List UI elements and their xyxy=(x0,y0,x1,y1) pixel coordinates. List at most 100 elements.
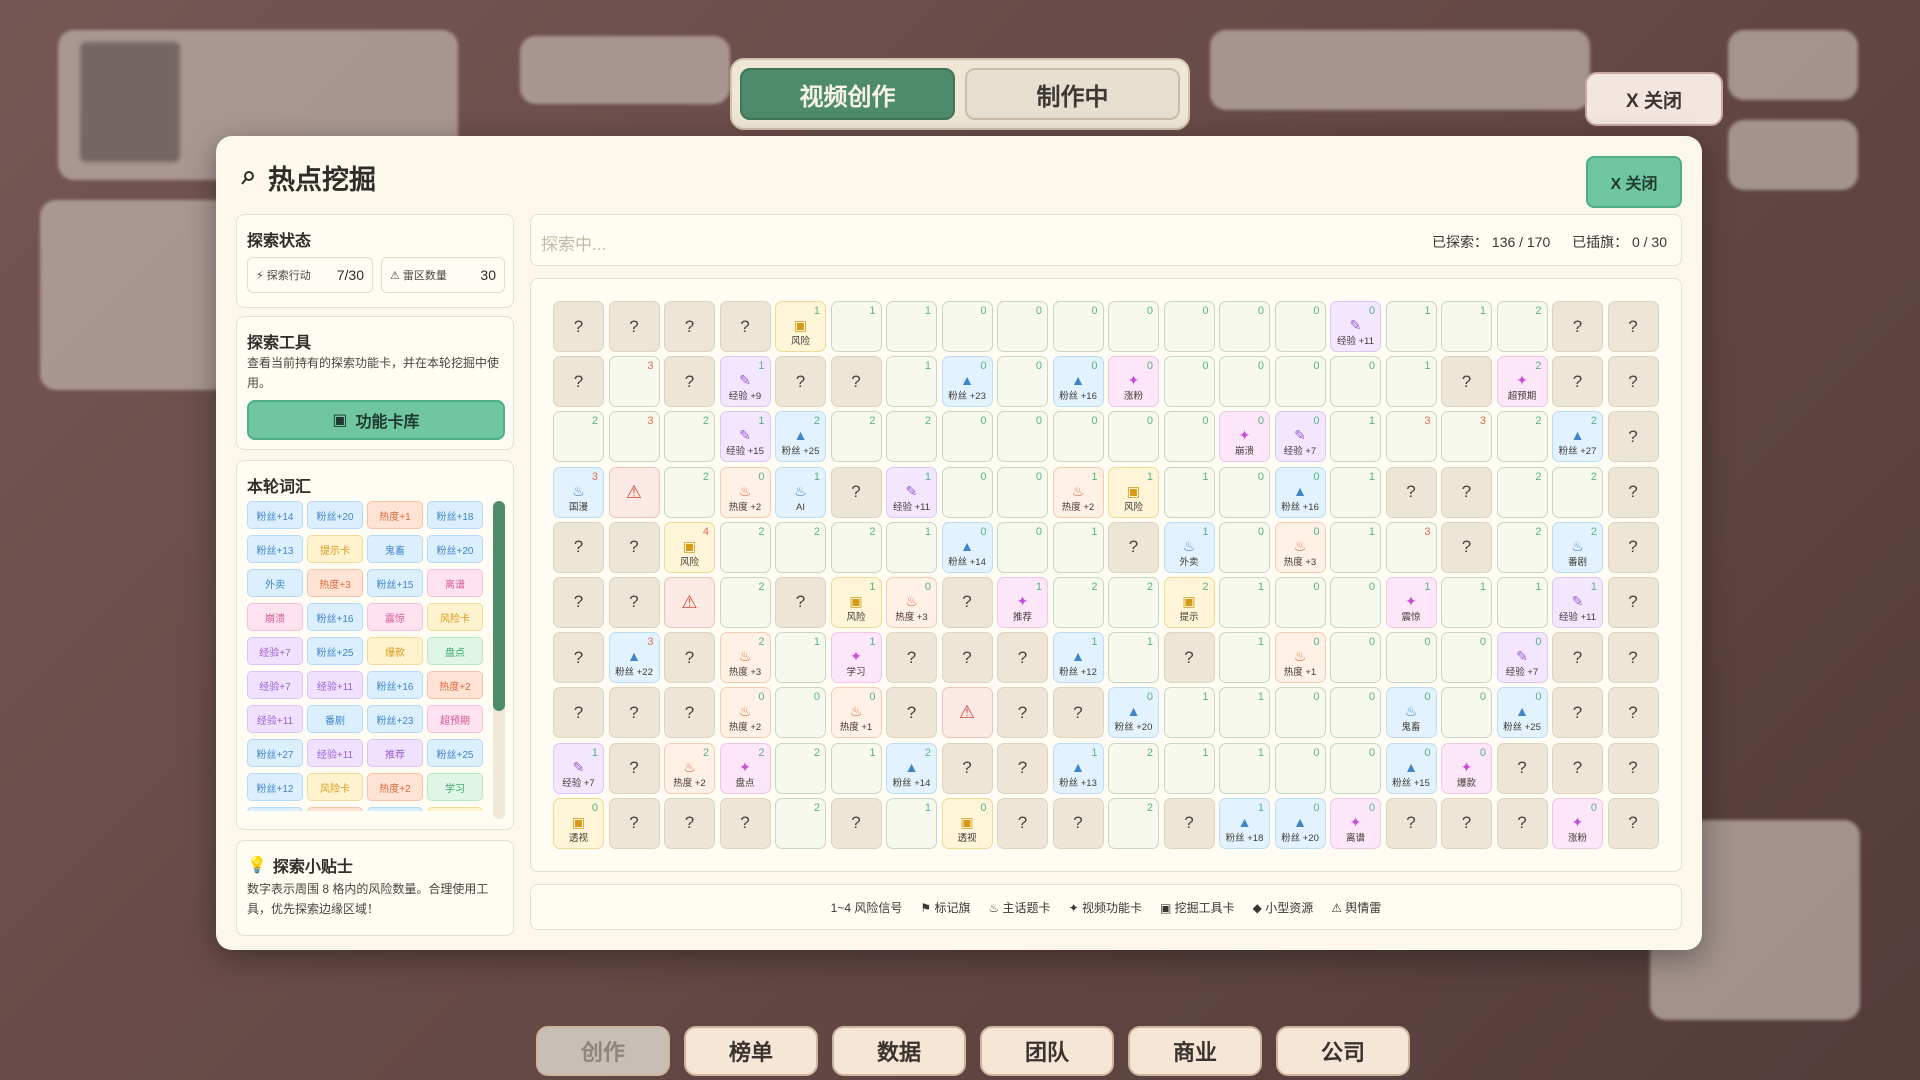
unexplored-cell[interactable]: ? xyxy=(664,687,715,739)
revealed-cell[interactable]: 3 xyxy=(1441,411,1492,463)
revealed-cell[interactable]: 0 xyxy=(1219,466,1270,518)
unexplored-cell[interactable]: ? xyxy=(553,632,604,684)
revealed-cell[interactable]: 2 xyxy=(664,466,715,518)
card-cell[interactable]: 4 ▣ 风险 xyxy=(664,521,715,573)
unexplored-cell[interactable]: ? xyxy=(830,466,882,518)
card-cell[interactable]: 0 ▲ 粉丝 +16 xyxy=(1052,356,1104,408)
card-cell[interactable]: 2 ▣ 提示 xyxy=(1163,576,1215,628)
revealed-cell[interactable]: 2 xyxy=(719,576,771,628)
card-cell[interactable]: 0 ✦ 涨粉 xyxy=(1552,797,1603,849)
revealed-cell[interactable]: 2 xyxy=(1108,742,1159,794)
revealed-cell[interactable]: 2 xyxy=(719,521,771,573)
card-cell[interactable]: 0 ♨ 热度 +3 xyxy=(886,576,937,628)
revealed-cell[interactable]: 1 xyxy=(1219,687,1270,739)
card-cell[interactable]: 2 ▲ 粉丝 +27 xyxy=(1552,411,1603,463)
revealed-cell[interactable]: 0 xyxy=(1052,301,1104,352)
card-cell[interactable]: 2 ♨ 热度 +3 xyxy=(719,632,771,684)
revealed-cell[interactable]: 2 xyxy=(1496,521,1548,573)
bottom-nav-button[interactable]: 团队 xyxy=(980,1026,1114,1076)
revealed-cell[interactable]: 2 xyxy=(830,411,882,463)
mine-cell[interactable]: ⚠ xyxy=(941,687,993,739)
revealed-cell[interactable]: 0 xyxy=(997,521,1048,573)
unexplored-cell[interactable]: ? xyxy=(608,797,660,849)
unexplored-cell[interactable]: ? xyxy=(608,687,660,739)
card-cell[interactable]: 1 ▣ 风险 xyxy=(1108,466,1159,518)
unexplored-cell[interactable]: ? xyxy=(664,797,715,849)
card-cell[interactable]: 2 ♨ 热度 +2 xyxy=(664,742,715,794)
card-cell[interactable]: 0 ♨ 热度 +1 xyxy=(830,687,882,739)
unexplored-cell[interactable]: ? xyxy=(1385,466,1437,518)
card-cell[interactable]: 1 ✎ 经验 +11 xyxy=(1552,576,1603,628)
revealed-cell[interactable]: 0 xyxy=(1274,576,1326,628)
card-cell[interactable]: 0 ✎ 经验 +7 xyxy=(1274,411,1326,463)
card-cell[interactable]: 2 ▲ 粉丝 +25 xyxy=(775,411,826,463)
revealed-cell[interactable]: 1 xyxy=(1441,576,1492,628)
revealed-cell[interactable]: 0 xyxy=(1219,521,1270,573)
revealed-cell[interactable]: 0 xyxy=(1219,356,1270,408)
modal-close-button[interactable]: X 关闭 xyxy=(1586,156,1682,208)
card-cell[interactable]: 0 ✦ 离谱 xyxy=(1330,797,1381,849)
revealed-cell[interactable]: 3 xyxy=(1385,521,1437,573)
revealed-cell[interactable]: 1 xyxy=(886,521,937,573)
revealed-cell[interactable]: 0 xyxy=(1274,742,1326,794)
unexplored-cell[interactable]: ? xyxy=(1441,466,1492,518)
revealed-cell[interactable]: 1 xyxy=(1441,301,1492,352)
unexplored-cell[interactable]: ? xyxy=(719,797,771,849)
revealed-cell[interactable]: 2 xyxy=(1108,797,1159,849)
revealed-cell[interactable]: 1 xyxy=(1219,742,1270,794)
card-cell[interactable]: 0 ♨ 热度 +2 xyxy=(719,466,771,518)
card-cell[interactable]: 0 ✦ 爆款 xyxy=(1441,742,1492,794)
revealed-cell[interactable]: 0 xyxy=(1441,632,1492,684)
unexplored-cell[interactable]: ? xyxy=(1607,742,1659,794)
revealed-cell[interactable]: 2 xyxy=(830,521,882,573)
card-cell[interactable]: 1 ✦ 推荐 xyxy=(997,576,1048,628)
card-cell[interactable]: 2 ✦ 盘点 xyxy=(719,742,771,794)
card-cell[interactable]: 1 ▲ 粉丝 +12 xyxy=(1052,632,1104,684)
unexplored-cell[interactable]: ? xyxy=(1552,632,1603,684)
revealed-cell[interactable]: 2 xyxy=(775,742,826,794)
card-cell[interactable]: 1 ♨ 热度 +2 xyxy=(1052,466,1104,518)
unexplored-cell[interactable]: ? xyxy=(1052,687,1104,739)
revealed-cell[interactable]: 1 xyxy=(1385,301,1437,352)
unexplored-cell[interactable]: ? xyxy=(664,356,715,408)
revealed-cell[interactable]: 0 xyxy=(1108,301,1159,352)
unexplored-cell[interactable]: ? xyxy=(886,632,937,684)
revealed-cell[interactable]: 1 xyxy=(1108,632,1159,684)
revealed-cell[interactable]: 0 xyxy=(1330,687,1381,739)
card-cell[interactable]: 1 ▲ 粉丝 +13 xyxy=(1052,742,1104,794)
unexplored-cell[interactable]: ? xyxy=(1496,742,1548,794)
revealed-cell[interactable]: 1 xyxy=(830,301,882,352)
revealed-cell[interactable]: 2 xyxy=(1496,301,1548,352)
unexplored-cell[interactable]: ? xyxy=(1607,632,1659,684)
revealed-cell[interactable]: 1 xyxy=(1219,576,1270,628)
card-cell[interactable]: 1 ▣ 风险 xyxy=(830,576,882,628)
revealed-cell[interactable]: 0 xyxy=(1330,576,1381,628)
card-cell[interactable]: 1 ✎ 经验 +11 xyxy=(886,466,937,518)
unexplored-cell[interactable]: ? xyxy=(941,742,993,794)
revealed-cell[interactable]: 0 xyxy=(775,687,826,739)
bottom-nav-button[interactable]: 商业 xyxy=(1128,1026,1262,1076)
unexplored-cell[interactable]: ? xyxy=(664,301,715,352)
card-cell[interactable]: 0 ✦ 涨粉 xyxy=(1108,356,1159,408)
card-cell[interactable]: 0 ▣ 透视 xyxy=(941,797,993,849)
unexplored-cell[interactable]: ? xyxy=(830,356,882,408)
revealed-cell[interactable]: 1 xyxy=(886,301,937,352)
unexplored-cell[interactable]: ? xyxy=(830,797,882,849)
card-cell[interactable]: 0 ▲ 粉丝 +16 xyxy=(1274,466,1326,518)
unexplored-cell[interactable]: ? xyxy=(886,687,937,739)
top-close-button[interactable]: X 关闭 xyxy=(1585,72,1723,126)
mine-cell[interactable]: ⚠ xyxy=(608,466,660,518)
unexplored-cell[interactable]: ? xyxy=(608,301,660,352)
unexplored-cell[interactable]: ? xyxy=(1385,797,1437,849)
unexplored-cell[interactable]: ? xyxy=(997,687,1048,739)
tab-video-create[interactable]: 视频创作 xyxy=(740,68,955,120)
unexplored-cell[interactable]: ? xyxy=(941,632,993,684)
revealed-cell[interactable]: 0 xyxy=(997,466,1048,518)
card-cell[interactable]: 3 ♨ 国漫 xyxy=(553,466,604,518)
card-cell[interactable]: 1 ✦ 震惊 xyxy=(1385,576,1437,628)
card-cell[interactable]: 0 ✎ 经验 +7 xyxy=(1496,632,1548,684)
unexplored-cell[interactable]: ? xyxy=(1163,797,1215,849)
revealed-cell[interactable]: 1 xyxy=(1163,687,1215,739)
card-cell[interactable]: 0 ▲ 粉丝 +15 xyxy=(1385,742,1437,794)
mine-cell[interactable]: ⚠ xyxy=(664,576,715,628)
